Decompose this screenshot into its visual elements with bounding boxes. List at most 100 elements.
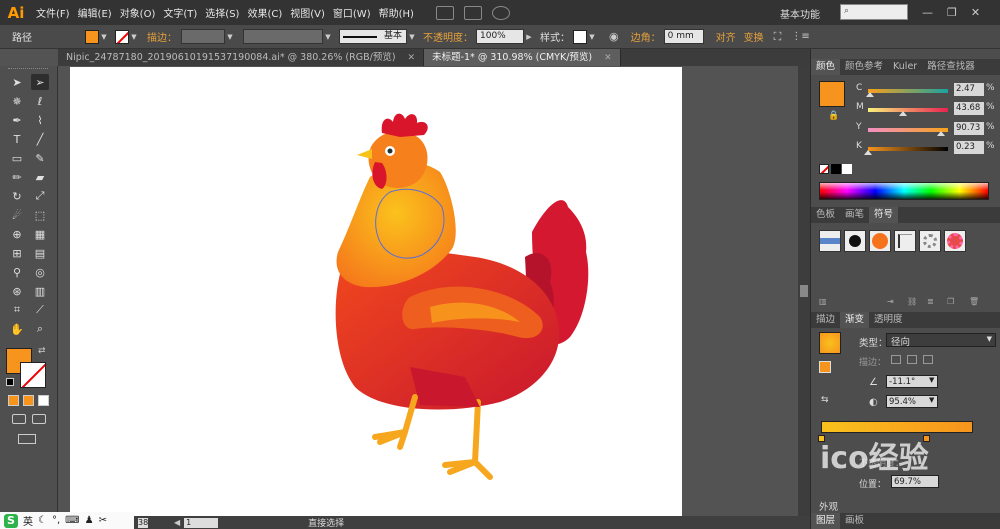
graphic-style-swatch[interactable] <box>573 29 587 44</box>
zoom-field[interactable]: 38 <box>138 517 148 528</box>
chevron-down-icon[interactable]: ▼ <box>929 376 934 384</box>
eraser-icon[interactable]: ▰ <box>31 169 49 185</box>
chevron-down-icon[interactable]: ▼ <box>225 33 235 41</box>
restore-icon[interactable]: ❐ <box>947 6 957 19</box>
direct-selection-tool-icon[interactable]: ➢ <box>31 74 49 90</box>
new-symbol-icon[interactable]: ❐ <box>947 297 954 306</box>
page-field[interactable]: 1 <box>184 517 219 528</box>
close-icon[interactable]: ✕ <box>604 50 612 66</box>
toolbox-grip[interactable] <box>8 68 48 71</box>
eyedropper-icon[interactable]: ⚲ <box>8 264 26 280</box>
menu-type[interactable]: 文字(T) <box>163 5 197 20</box>
rotate-icon[interactable]: ↻ <box>8 188 26 204</box>
tab-color-guide[interactable]: 颜色参考 <box>840 59 888 75</box>
menu-edit[interactable]: 编辑(E) <box>78 5 112 20</box>
opacity-field[interactable]: 100% <box>476 29 524 44</box>
break-link-icon[interactable]: ⛓ <box>907 297 917 306</box>
panel-menu-icon[interactable]: ⋮≡ <box>791 31 809 42</box>
magenta-track[interactable] <box>868 108 948 112</box>
artboard[interactable] <box>70 67 682 516</box>
fill-swatch[interactable] <box>85 29 99 44</box>
symbol-library-icon[interactable]: ▥ <box>819 297 827 306</box>
symbol-flower[interactable] <box>944 230 966 252</box>
tab-symbols[interactable]: 符号 <box>869 207 899 223</box>
menu-effect[interactable]: 效果(C) <box>247 5 282 20</box>
chevron-down-icon[interactable]: ▼ <box>99 33 109 41</box>
scale-icon[interactable]: ⤢ <box>31 188 49 204</box>
color-mode-button[interactable] <box>8 395 19 406</box>
hand-tool-icon[interactable]: ✋ <box>8 321 26 337</box>
tab-swatches[interactable]: 色板 <box>811 207 840 223</box>
bridge-icon[interactable] <box>435 5 454 20</box>
tab-stroke[interactable]: 描边 <box>811 312 840 328</box>
white-color-box[interactable] <box>842 164 852 174</box>
line-tool-icon[interactable]: ╱ <box>31 131 49 147</box>
align-link[interactable]: 对齐 <box>716 29 736 44</box>
cyan-slider-row[interactable]: C 2.47 % <box>856 83 996 97</box>
symbol-ink-splat[interactable] <box>844 230 866 252</box>
magenta-slider-row[interactable]: M 43.68 % <box>856 102 996 116</box>
pen-tool-icon[interactable]: ✒ <box>8 112 26 128</box>
keyboard-icon[interactable]: ⌨ <box>65 515 79 526</box>
appearance-label[interactable]: 外观 <box>819 499 838 513</box>
tab-gradient[interactable]: 渐变 <box>840 312 870 328</box>
tab-layers[interactable]: 图层 <box>811 513 841 529</box>
chevron-right-icon[interactable]: ▶ <box>524 33 534 41</box>
black-thumb[interactable] <box>864 150 873 155</box>
default-colors-icon[interactable] <box>6 378 14 386</box>
black-color-box[interactable] <box>831 164 841 174</box>
place-symbol-icon[interactable]: ⇥ <box>887 297 894 306</box>
chevron-down-icon[interactable]: ▼ <box>129 33 139 41</box>
tab-color[interactable]: 颜色 <box>811 59 841 75</box>
chevron-down-icon[interactable]: ▼ <box>929 396 934 404</box>
symbol-sprayer-icon[interactable]: ⊛ <box>8 283 26 299</box>
tab-kuler[interactable]: Kuler <box>888 59 922 75</box>
blend-icon[interactable]: ◎ <box>31 264 49 280</box>
selection-tool-icon[interactable]: ➤ <box>8 74 26 90</box>
stroke-weight-field[interactable] <box>181 29 225 44</box>
workspace-switcher[interactable]: 基本功能 <box>780 6 820 21</box>
gradient-type-select[interactable]: 径向 ▼ <box>886 333 996 348</box>
paintbrush-icon[interactable]: ✎ <box>31 150 49 166</box>
yellow-value[interactable]: 90.73 <box>954 122 984 135</box>
menu-file[interactable]: 文件(F) <box>36 5 70 20</box>
tab-untitled-document[interactable]: 未标题-1* @ 310.98% (CMYK/预览) ✕ <box>424 49 621 66</box>
tab-nipic-document[interactable]: Nipic_24787180_20190610191537190084.ai* … <box>58 49 425 66</box>
yellow-thumb[interactable] <box>936 131 945 136</box>
lasso-icon[interactable]: ℓ <box>31 93 49 109</box>
gradient-mode-button[interactable] <box>23 395 34 406</box>
opacity-label[interactable]: 不透明度： <box>423 29 473 44</box>
symbol-blue-banner[interactable] <box>819 230 841 252</box>
stroke-along-button[interactable] <box>907 355 917 364</box>
magenta-value[interactable]: 43.68 <box>954 102 984 115</box>
gradient-fill-box[interactable] <box>819 361 831 373</box>
status-tool-name[interactable]: 直接选择 <box>308 516 344 529</box>
cyan-value[interactable]: 2.47 <box>954 83 984 96</box>
menu-window[interactable]: 窗口(W) <box>333 5 371 20</box>
menu-object[interactable]: 对象(O) <box>120 5 156 20</box>
help-search-input[interactable]: ⌕ <box>840 4 908 20</box>
minimize-icon[interactable]: — <box>922 6 933 19</box>
symbol-frame[interactable] <box>894 230 916 252</box>
brush-definition-field[interactable]: 基本 <box>339 29 407 44</box>
arrange-documents-icon[interactable] <box>463 5 482 20</box>
screen-mode-icon[interactable] <box>18 434 36 444</box>
ime-mode[interactable]: 英 <box>23 513 33 528</box>
zoom-tool-icon[interactable]: ⌕ <box>31 321 49 337</box>
tab-artboards[interactable]: 画板 <box>840 513 869 529</box>
rectangle-tool-icon[interactable]: ▭ <box>8 150 26 166</box>
gradient-tool-icon[interactable]: ▤ <box>31 245 49 261</box>
column-graph-icon[interactable]: ▥ <box>31 283 49 299</box>
menu-view[interactable]: 视图(V) <box>290 5 325 20</box>
delete-icon[interactable]: 🗑 <box>969 297 979 306</box>
rooster-illustration[interactable] <box>70 67 682 516</box>
gpu-performance-icon[interactable] <box>491 5 510 20</box>
artboard-tool-icon[interactable]: ⌗ <box>8 302 26 318</box>
page-prev-icon[interactable]: ◀ <box>174 518 180 527</box>
cyan-thumb[interactable] <box>865 92 874 97</box>
symbol-orange-button[interactable] <box>869 230 891 252</box>
none-color-box[interactable] <box>819 164 829 174</box>
tab-transparency[interactable]: 透明度 <box>869 312 908 328</box>
transform-link[interactable]: 变换 <box>744 29 764 44</box>
isolate-object-icon[interactable]: ⛶ <box>774 30 782 44</box>
